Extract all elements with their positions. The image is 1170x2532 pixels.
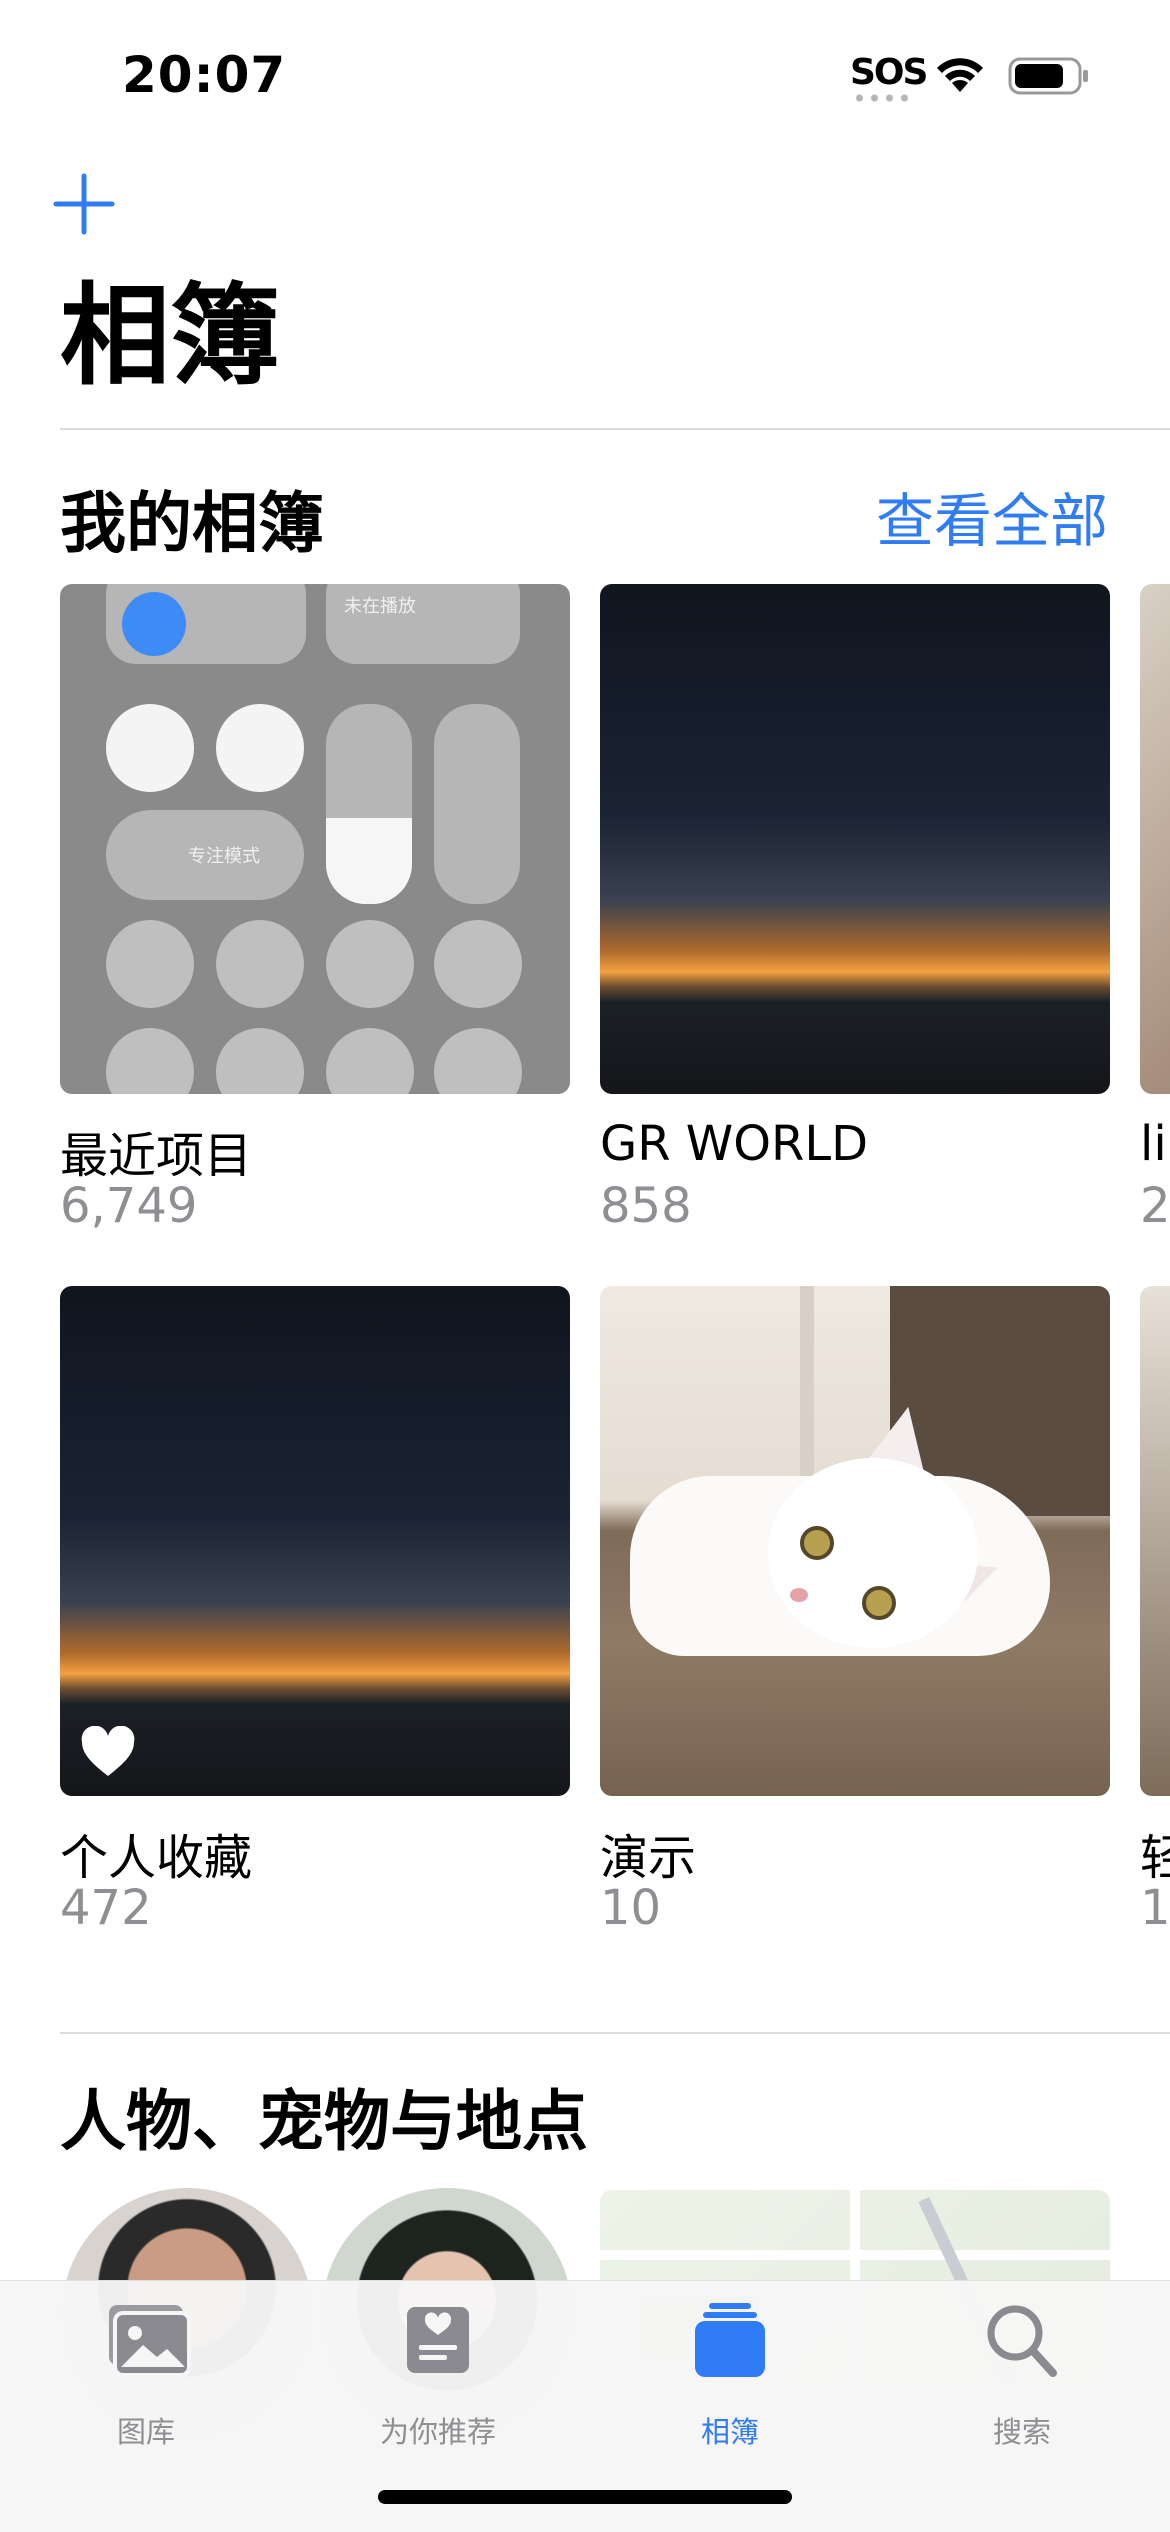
- album-name: li: [1140, 1116, 1167, 1172]
- search-icon: [987, 2305, 1057, 2377]
- rotation-lock-icon: [106, 704, 194, 792]
- silent-mode-icon: [216, 704, 304, 792]
- album-count: 1: [1140, 1880, 1170, 1926]
- section-title-my-albums: 我的相簿: [60, 485, 324, 562]
- tab-search[interactable]: 搜索: [902, 2301, 1142, 2451]
- cat-eye: [862, 1586, 896, 1620]
- tab-label: 搜索: [992, 2415, 1051, 2449]
- album-name: 个人收藏: [60, 1830, 253, 1886]
- calculator-icon: [434, 920, 522, 1008]
- wifi-icon: [937, 58, 983, 92]
- tab-label: 为你推荐: [379, 2415, 496, 2449]
- album-name: 轻: [1140, 1830, 1170, 1886]
- brightness-slider: [326, 704, 412, 904]
- for-you-icon: [407, 2307, 469, 2373]
- low-power-icon: [434, 1028, 522, 1094]
- album-thumbnail: [600, 584, 1110, 1094]
- driving-focus-icon: [106, 1028, 194, 1094]
- globe-icon: [106, 920, 194, 1008]
- album-thumbnail: [1140, 1286, 1170, 1796]
- album-count: 472: [60, 1880, 152, 1936]
- wifi-toggle-icon: [122, 592, 186, 656]
- tab-label: 相簿: [700, 2415, 759, 2449]
- add-album-button[interactable]: [52, 172, 116, 236]
- album-name: GR WORLD: [600, 1116, 869, 1172]
- divider: [60, 2032, 1170, 2034]
- album-count: 858: [600, 1178, 692, 1234]
- photo-library-icon: [109, 2305, 191, 2377]
- tab-albums[interactable]: 相簿: [610, 2301, 850, 2451]
- sos-dots-icon: [852, 94, 912, 102]
- tab-library[interactable]: 图库: [26, 2301, 266, 2451]
- album-thumbnail: [600, 1286, 1110, 1796]
- hearing-icon: [326, 1028, 414, 1094]
- now-playing-label: 未在播放: [344, 596, 416, 617]
- status-time: 20:07: [122, 46, 287, 104]
- album-name: 演示: [600, 1830, 697, 1886]
- album-count: 2: [1140, 1178, 1170, 1224]
- section-title-people-places: 人物、宠物与地点: [60, 2083, 588, 2160]
- tab-for-you[interactable]: 为你推荐: [318, 2301, 558, 2451]
- heart-icon: [81, 1726, 135, 1776]
- focus-mode-label: 专注模式: [188, 846, 260, 867]
- status-bar: 20:07 SOS: [0, 0, 1170, 150]
- album-count: 10: [600, 1880, 662, 1936]
- screen-record-icon: [326, 920, 414, 1008]
- tab-label: 图库: [116, 2415, 175, 2449]
- volume-slider: [434, 704, 520, 904]
- see-all-link[interactable]: 查看全部: [876, 474, 1108, 558]
- sos-indicator: SOS: [850, 52, 928, 93]
- cat-head: [768, 1458, 978, 1648]
- album-thumbnail: [1140, 584, 1170, 1094]
- flashlight-icon: [216, 1028, 304, 1094]
- albums-icon: [695, 2303, 765, 2377]
- divider: [60, 428, 1170, 430]
- cat-nose: [790, 1588, 808, 1602]
- cat-eye: [800, 1526, 834, 1560]
- home-indicator[interactable]: [378, 2490, 792, 2504]
- album-thumbnail: 未在播放 专注模式: [60, 584, 570, 1094]
- battery-icon: [1008, 57, 1088, 95]
- sound-recognition-icon: [216, 920, 304, 1008]
- page-title: 相簿: [60, 272, 280, 400]
- album-count: 6,749: [60, 1178, 198, 1234]
- album-thumbnail: [60, 1286, 570, 1796]
- album-card-partial-2[interactable]: 轻 1: [1140, 1286, 1170, 1926]
- album-card-partial-1[interactable]: li 2: [1140, 584, 1170, 1224]
- album-name: 最近项目: [60, 1128, 253, 1184]
